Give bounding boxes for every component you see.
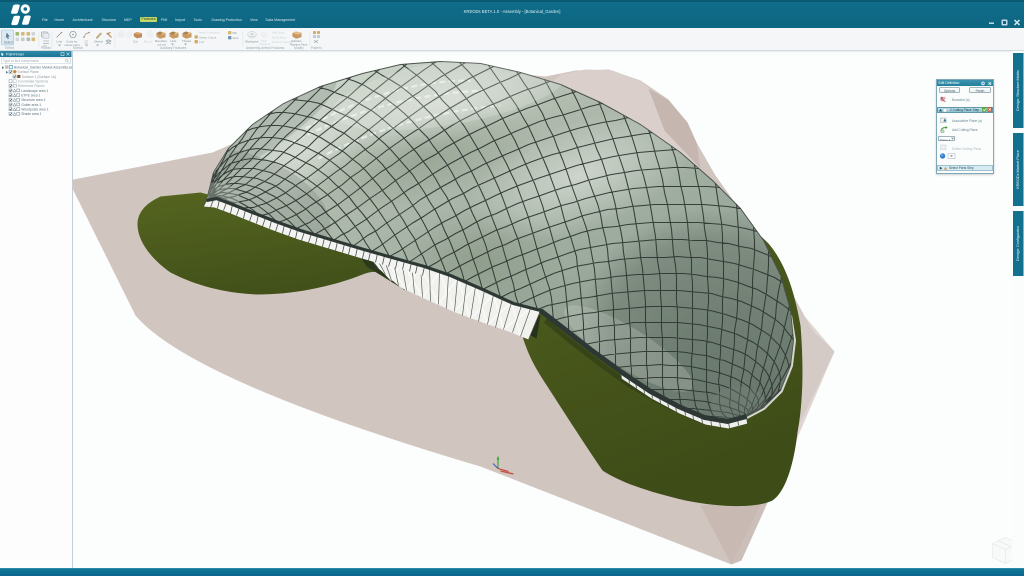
svg-text:Pattern: Pattern [311,46,322,50]
svg-text:Rib: Rib [233,31,238,35]
svg-text:Swept Cutout: Swept Cutout [199,35,217,39]
svg-text:Mount: Mount [144,39,153,43]
svg-text:KREODs Market Place: KREODs Market Place [1016,150,1020,189]
svg-text:Loft: Loft [199,40,204,44]
svg-text:Add Body: Add Body [272,30,285,34]
svg-text:Reference Planes: Reference Planes [18,84,45,88]
svg-text:Vent: Vent [233,36,239,40]
svg-text:Booly Body: Booly Body [272,35,287,39]
svg-text:Hole: Hole [171,39,177,43]
svg-text:ETFE area 1: ETFE area 1 [21,93,40,97]
svg-text:Planes: Planes [41,46,51,50]
svg-text:Sketch: Sketch [94,39,104,43]
svg-text:Select: Select [4,40,13,44]
svg-text:Design: Structure Matrix: Design: Structure Matrix [1016,70,1020,111]
svg-text:Botanical_Garden Market Assemb: Botanical_Garden Market Assembly.asm [14,65,72,69]
svg-text:Swept Protrusion: Swept Protrusion [198,30,220,34]
svg-text:Structure area 1: Structure area 1 [21,98,45,102]
svg-text:Surface Plane: Surface Plane [17,70,38,74]
svg-text:Shade area 1: Shade area 1 [21,112,41,116]
svg-text:Assembly-defect Features: Assembly-defect Features [246,46,285,50]
svg-text:Type to find components: Type to find components [3,59,39,63]
svg-text:Modify: Modify [294,46,304,50]
svg-text:Cut: Cut [133,39,138,43]
svg-text:Woodposts area 1: Woodposts area 1 [21,108,49,112]
svg-text:Gutter area 1: Gutter area 1 [21,103,41,107]
svg-text:Coordinate Systems: Coordinate Systems [18,79,49,83]
svg-text:Landscape area 1: Landscape area 1 [21,89,48,93]
svg-text:Select: Select [5,46,14,50]
svg-text:PathFinder: PathFinder [6,52,25,56]
svg-text:Thread: Thread [182,39,191,43]
svg-text:Auxiliary Features: Auxiliary Features [160,46,187,50]
svg-text:Sketch: Sketch [73,46,83,50]
svg-text:Design: Configurator: Design: Configurator [1016,225,1020,261]
svg-text:Surface 1 (Surface 1A): Surface 1 (Surface 1A) [22,75,57,79]
svg-text:Workpoint: Workpoint [245,39,259,43]
svg-text:Line: Line [57,39,63,43]
